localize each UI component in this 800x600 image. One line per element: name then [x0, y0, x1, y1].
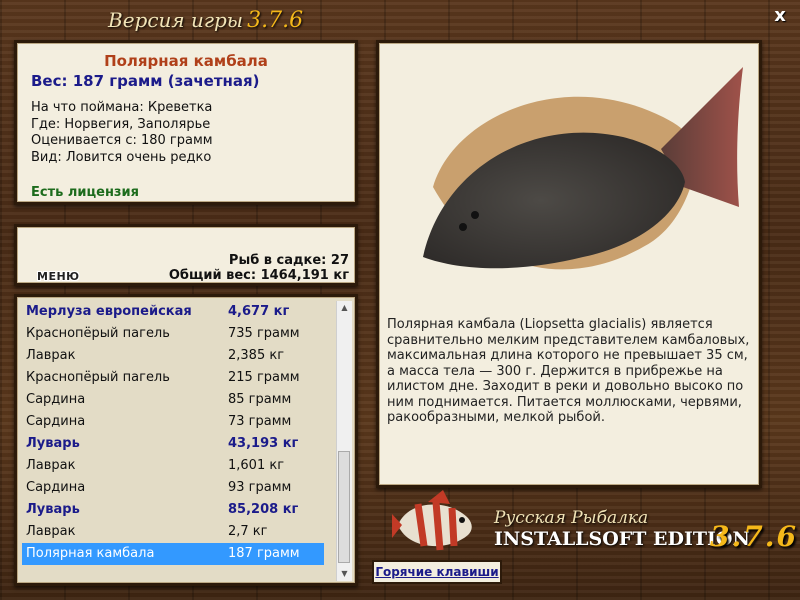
scroll-up-icon[interactable]: ▲ — [337, 301, 352, 315]
menu-button[interactable]: МЕНЮ — [37, 270, 80, 283]
valuation-info: Оценивается с: 180 грамм — [31, 133, 213, 148]
item-name: Лаврак — [26, 458, 76, 473]
app-version: 3.7.6 — [247, 8, 304, 33]
item-weight: 93 грамм — [228, 480, 292, 495]
license-status: Есть лицензия — [31, 185, 139, 200]
bait-info: На что поймана: Креветка — [31, 100, 213, 115]
list-item[interactable]: Сардина 93 грамм — [22, 477, 324, 499]
item-name: Луварь — [26, 502, 80, 517]
list-scrollbar[interactable]: ▲ ▼ — [336, 301, 352, 581]
item-name: Лаврак — [26, 524, 76, 539]
list-item[interactable]: Краснопёрый пагель 215 грамм — [22, 367, 324, 389]
flounder-image — [423, 67, 743, 270]
fish-count: Рыб в садке: 27 — [228, 253, 349, 268]
list-item[interactable]: Лаврак 2,7 кг — [22, 521, 324, 543]
list-item[interactable]: Луварь 43,193 кг — [22, 433, 324, 455]
catch-list: Мерлуза европейская 4,677 кг Краснопёрый … — [14, 294, 358, 586]
item-weight: 735 грамм — [228, 326, 300, 341]
fish-name: Полярная камбала — [104, 52, 268, 70]
fish-description: Полярная камбала (Liopsetta glacialis) я… — [387, 317, 750, 425]
item-name: Лаврак — [26, 348, 76, 363]
list-item[interactable]: Лаврак 1,601 кг — [22, 455, 324, 477]
location-info: Где: Норвегия, Заполярье — [31, 116, 211, 132]
list-item-selected[interactable]: Полярная камбала 187 грамм — [22, 543, 324, 565]
item-weight: 2,7 кг — [228, 524, 268, 539]
fish-weight: Вес: 187 грамм (зачетная) — [31, 72, 260, 90]
item-name: Сардина — [26, 392, 86, 407]
fish-picture-panel: Полярная камбала (Liopsetta glacialis) я… — [376, 40, 762, 488]
logo-fish-icon — [392, 490, 472, 551]
keepnet-stats-panel: МЕНЮ Рыб в садке: 27 Общий вес: 1464,191… — [14, 224, 358, 286]
item-weight: 85,208 кг — [228, 502, 299, 517]
item-name: Краснопёрый пагель — [26, 370, 170, 385]
item-name: Краснопёрый пагель — [26, 326, 170, 341]
item-weight: 4,677 кг — [228, 304, 290, 319]
item-weight: 215 грамм — [228, 370, 300, 385]
item-weight: 2,385 кг — [228, 348, 285, 363]
item-name: Сардина — [26, 414, 86, 429]
item-name: Сардина — [26, 480, 86, 495]
close-button[interactable]: x — [770, 6, 790, 26]
scrollbar-thumb[interactable] — [338, 451, 350, 563]
item-weight: 85 грамм — [228, 392, 292, 407]
item-weight: 1,601 кг — [228, 458, 285, 473]
total-weight: Общий вес: 1464,191 кг — [168, 268, 349, 283]
list-item[interactable]: Мерлуза европейская 4,677 кг — [22, 301, 324, 323]
list-item[interactable]: Сардина 85 грамм — [22, 389, 324, 411]
list-item[interactable]: Лаврак 2,385 кг — [22, 345, 324, 367]
logo-title: Русская Рыбалка — [494, 508, 649, 528]
list-item[interactable]: Луварь 85,208 кг — [22, 499, 324, 521]
item-weight: 187 грамм — [228, 546, 300, 561]
scroll-down-icon[interactable]: ▼ — [337, 567, 352, 581]
item-weight: 73 грамм — [228, 414, 292, 429]
item-weight: 43,193 кг — [228, 436, 299, 451]
app-title: Версия игры 3.7.6 — [108, 8, 303, 33]
fish-info-panel: Полярная камбала Вес: 187 грамм (зачетна… — [14, 40, 358, 205]
list-item[interactable]: Краснопёрый пагель 735 грамм — [22, 323, 324, 345]
hotkeys-button[interactable]: Горячие клавиши — [372, 560, 502, 584]
item-name: Луварь — [26, 436, 80, 451]
logo-version: 3.7.6 — [710, 520, 798, 553]
list-item[interactable]: Сардина 73 грамм — [22, 411, 324, 433]
app-title-text: Версия игры — [108, 8, 244, 32]
item-name: Полярная камбала — [26, 546, 155, 561]
close-icon: x — [774, 5, 786, 26]
rarity-info: Вид: Ловится очень редко — [31, 149, 212, 165]
item-name: Мерлуза европейская — [26, 304, 192, 319]
